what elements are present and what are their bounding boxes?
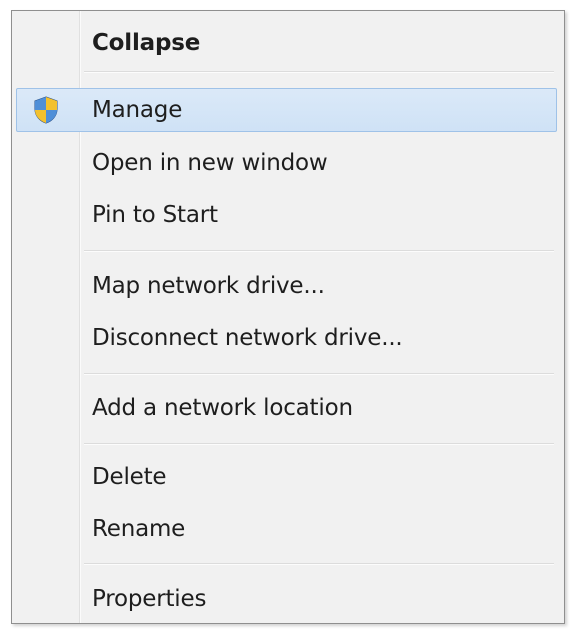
menu-item-delete[interactable]: Delete [16, 455, 557, 499]
menu-item-disconnect-network-drive[interactable]: Disconnect network drive... [16, 316, 557, 360]
menu-item-label: Rename [92, 516, 186, 542]
menu-item-label: Open in new window [92, 150, 328, 176]
menu-item-pin-to-start[interactable]: Pin to Start [16, 193, 557, 237]
menu-item-label: Delete [92, 464, 167, 490]
menu-item-label: Collapse [92, 30, 201, 56]
menu-separator [84, 71, 554, 73]
uac-shield-icon [31, 95, 61, 125]
menu-item-label: Pin to Start [92, 202, 218, 228]
menu-separator [84, 563, 554, 565]
menu-item-open-new-window[interactable]: Open in new window [16, 141, 557, 185]
menu-item-label: Add a network location [92, 395, 353, 421]
menu-item-label: Properties [92, 586, 207, 612]
menu-item-label: Map network drive... [92, 273, 325, 299]
menu-separator [84, 250, 554, 252]
menu-separator [84, 443, 554, 445]
menu-item-manage[interactable]: Manage [16, 88, 557, 132]
menu-item-add-network-location[interactable]: Add a network location [16, 386, 557, 430]
context-menu: Collapse Manage Open in new window Pin t… [11, 10, 565, 624]
menu-item-label: Manage [92, 97, 183, 123]
menu-item-properties[interactable]: Properties [16, 577, 557, 621]
menu-separator [84, 373, 554, 375]
menu-item-collapse[interactable]: Collapse [16, 21, 557, 65]
menu-item-rename[interactable]: Rename [16, 507, 557, 551]
menu-item-label: Disconnect network drive... [92, 325, 403, 351]
menu-item-map-network-drive[interactable]: Map network drive... [16, 264, 557, 308]
